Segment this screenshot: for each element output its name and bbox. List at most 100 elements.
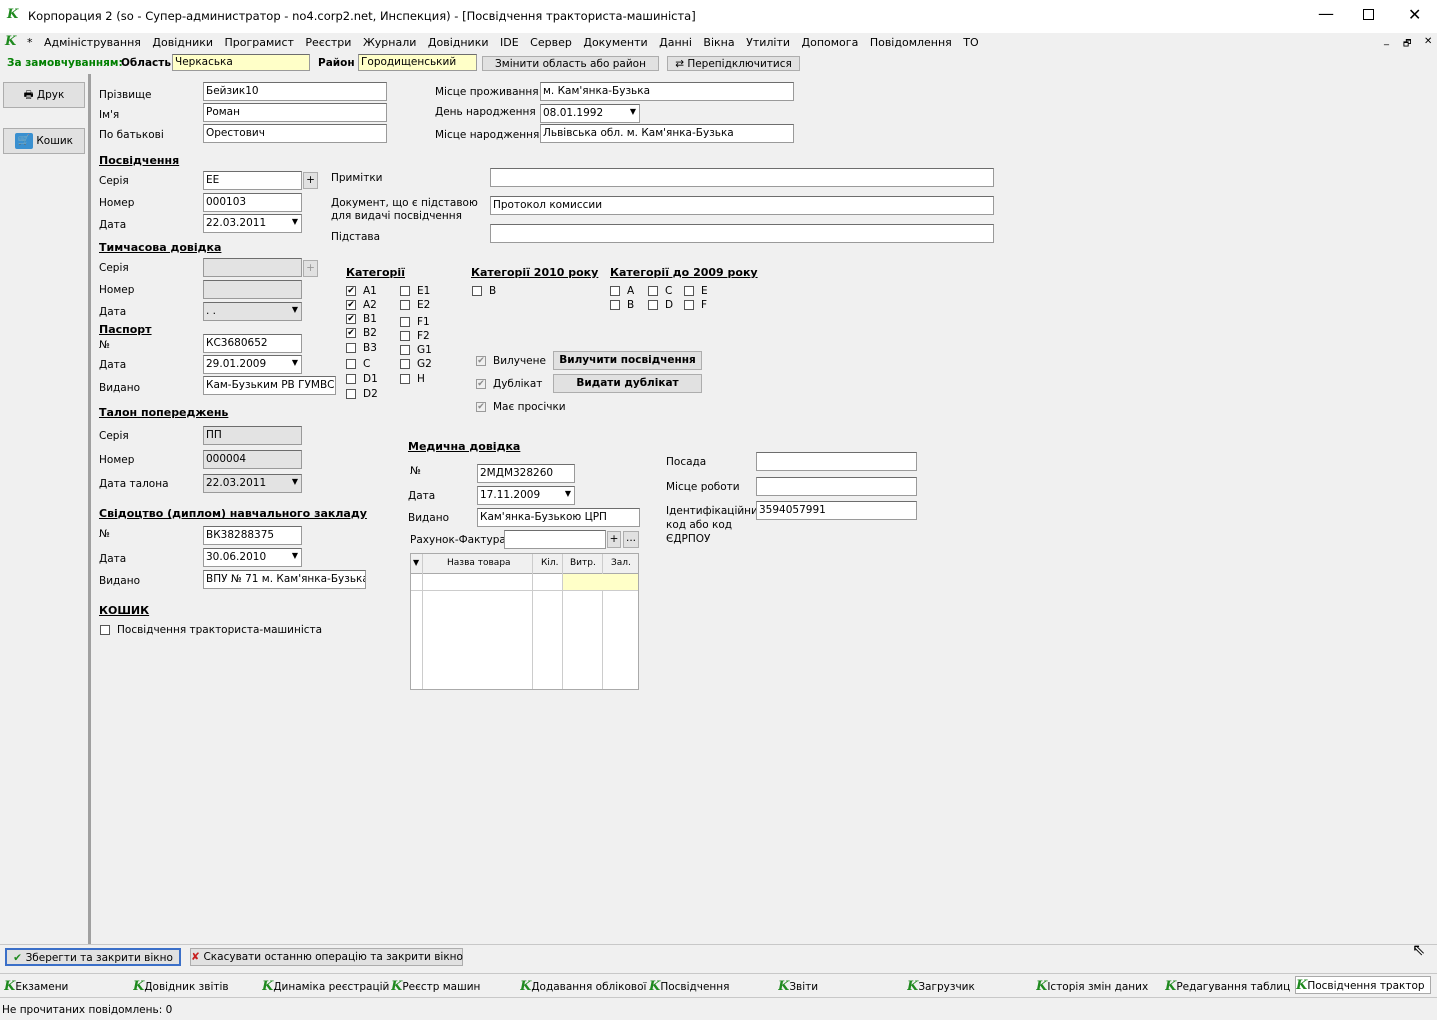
dropdown-arrow-icon[interactable]: ▼ (630, 107, 636, 116)
taskbar-item[interactable]: K Реєстр машин (391, 978, 518, 996)
birthday-field[interactable]: 08.01.1992 ▼ (540, 104, 640, 123)
cat2009-checkbox-d[interactable] (648, 300, 658, 310)
cat2009-checkbox-b[interactable] (610, 300, 620, 310)
taskbar-item[interactable]: K Довідник звітів (133, 978, 260, 996)
talon-date-field[interactable]: 22.03.2011 ▼ (203, 474, 302, 493)
taskbar-item[interactable]: K Загрузчик (907, 978, 1034, 996)
menu-item-server[interactable]: Сервер (530, 36, 572, 49)
id-field[interactable]: 3594057991 (756, 501, 917, 520)
doc-field[interactable]: Протокол комиссии (490, 196, 994, 215)
mdi-restore-icon[interactable]: 🗗 (1403, 36, 1411, 52)
dropdown-arrow-icon[interactable]: ▼ (565, 489, 571, 498)
notes-field[interactable] (490, 168, 994, 187)
diploma-no-field[interactable]: ВК38288375 (203, 526, 302, 545)
medical-date-field[interactable]: 17.11.2009 ▼ (477, 486, 575, 505)
category-checkbox-h[interactable] (400, 374, 410, 384)
cert-date-field[interactable]: 22.03.2011 ▼ (203, 214, 302, 233)
invoice-browse-button[interactable]: ... (623, 531, 639, 548)
medical-no-field[interactable]: 2МДМ328260 (477, 464, 575, 483)
maximize-icon[interactable] (1363, 9, 1374, 20)
taskbar-item[interactable]: K Посвідчення (649, 978, 776, 996)
diploma-issued-field[interactable]: ВПУ № 71 м. Кам'янка-Бузька (203, 570, 366, 589)
surname-field[interactable]: Бейзик10 (203, 82, 387, 101)
category-checkbox-b1[interactable]: ✔ (346, 314, 356, 324)
category-checkbox-d1[interactable] (346, 374, 356, 384)
minimize-icon[interactable]: — (1318, 4, 1334, 23)
menu-item-dict[interactable]: Довідники (152, 36, 213, 49)
patronymic-field[interactable]: Орестович (203, 124, 387, 143)
menu-item-journals[interactable]: Журнали (363, 36, 416, 49)
menu-item-help[interactable]: Допомога (802, 36, 859, 49)
col-name[interactable]: Назва товара (447, 558, 511, 568)
passport-date-field[interactable]: 29.01.2009 ▼ (203, 355, 302, 374)
close-icon[interactable]: ✕ (1408, 5, 1421, 24)
invoice-add-button[interactable]: + (607, 531, 621, 548)
editable-cells[interactable] (563, 574, 638, 590)
category-checkbox-c[interactable] (346, 359, 356, 369)
menu-item-star[interactable]: * (27, 36, 33, 49)
save-close-button[interactable]: ✔ Зберегти та закрити вікно (5, 948, 181, 966)
passport-no-field[interactable]: КС3680652 (203, 334, 302, 353)
cert-number-field[interactable]: 000103 (203, 193, 302, 212)
col-qty[interactable]: Кіл. (541, 558, 559, 568)
residence-field[interactable]: м. Кам'янка-Бузька (540, 82, 794, 101)
cancel-close-button[interactable]: ✘ Скасувати останню операцію та закрити … (190, 948, 463, 966)
goods-table[interactable]: ▼ Назва товара Кіл. Витр. Зал. (410, 553, 639, 690)
print-button[interactable]: 🖶 Друк (3, 82, 85, 108)
mdi-close-icon[interactable]: ✕ (1424, 36, 1432, 47)
workplace-field[interactable] (756, 477, 917, 496)
change-region-button[interactable]: Змінити область або район (482, 56, 659, 71)
menu-item-admin[interactable]: Адміністрування (44, 36, 141, 49)
taskbar-item[interactable]: K Редагування таблиц (1165, 978, 1292, 996)
cart-item-checkbox[interactable] (100, 625, 110, 635)
taskbar-item[interactable]: K Історія змін даних (1036, 978, 1163, 996)
menu-item-to[interactable]: ТО (963, 36, 978, 49)
dropdown-arrow-icon[interactable]: ▼ (292, 477, 298, 486)
dropdown-arrow-icon[interactable]: ▼ (292, 551, 298, 560)
taskbar-item[interactable]: K Додавання облікової (520, 978, 647, 996)
category-checkbox-f1[interactable] (400, 317, 410, 327)
name-field[interactable]: Роман (203, 103, 387, 122)
taskbar-item[interactable]: K Посвідчення трактор (1295, 976, 1431, 994)
dropdown-arrow-icon[interactable]: ▼ (292, 358, 298, 367)
category-checkbox-e2[interactable] (400, 300, 410, 310)
region-field[interactable]: Черкаська (172, 54, 310, 71)
basis-field[interactable] (490, 224, 994, 243)
category-checkbox-g1[interactable] (400, 345, 410, 355)
mdi-minimize-icon[interactable]: _ (1384, 35, 1389, 46)
menu-item-dict2[interactable]: Довідники (428, 36, 489, 49)
category-checkbox-e1[interactable] (400, 286, 410, 296)
cat2009-checkbox-c[interactable] (648, 286, 658, 296)
col-spent[interactable]: Витр. (570, 558, 596, 568)
dropdown-arrow-icon[interactable]: ▼ (292, 217, 298, 226)
menu-item-programmer[interactable]: Програмист (225, 36, 294, 49)
cert-series-add-button[interactable]: + (303, 172, 318, 189)
menu-item-data[interactable]: Данні (659, 36, 692, 49)
cat2009-checkbox-f[interactable] (684, 300, 694, 310)
menu-item-utils[interactable]: Утиліти (746, 36, 790, 49)
cat2009-checkbox-a[interactable] (610, 286, 620, 296)
cert-series-field[interactable]: ЕЕ (203, 171, 302, 190)
taskbar-item[interactable]: K Екзамени (4, 978, 131, 996)
seize-cert-button[interactable]: Вилучити посвідчення (553, 351, 702, 370)
table-row[interactable] (411, 574, 638, 591)
category-checkbox-b2[interactable]: ✔ (346, 328, 356, 338)
cat2009-checkbox-e[interactable] (684, 286, 694, 296)
category-checkbox-f2[interactable] (400, 331, 410, 341)
table-menu-icon[interactable]: ▼ (413, 558, 419, 567)
taskbar-item[interactable]: K Звіти (778, 978, 905, 996)
category-checkbox-a2[interactable]: ✔ (346, 300, 356, 310)
cat2010-checkbox-b[interactable] (472, 286, 482, 296)
menu-item-registries[interactable]: Реєстри (305, 36, 351, 49)
category-checkbox-g2[interactable] (400, 359, 410, 369)
cart-button[interactable]: 🛒 Кошик (3, 128, 85, 154)
district-field[interactable]: Городищенський (358, 54, 477, 71)
category-checkbox-b3[interactable] (346, 343, 356, 353)
taskbar-item[interactable]: K Динаміка реєстрацій т (262, 978, 389, 996)
issue-duplicate-button[interactable]: Видати дублікат (553, 374, 702, 393)
category-checkbox-a1[interactable]: ✔ (346, 286, 356, 296)
diploma-date-field[interactable]: 30.06.2010 ▼ (203, 548, 302, 567)
medical-issued-field[interactable]: Кам'янка-Бузькою ЦРП (477, 508, 640, 527)
position-field[interactable] (756, 452, 917, 471)
birthplace-field[interactable]: Львівська обл. м. Кам'янка-Бузька (540, 124, 794, 143)
